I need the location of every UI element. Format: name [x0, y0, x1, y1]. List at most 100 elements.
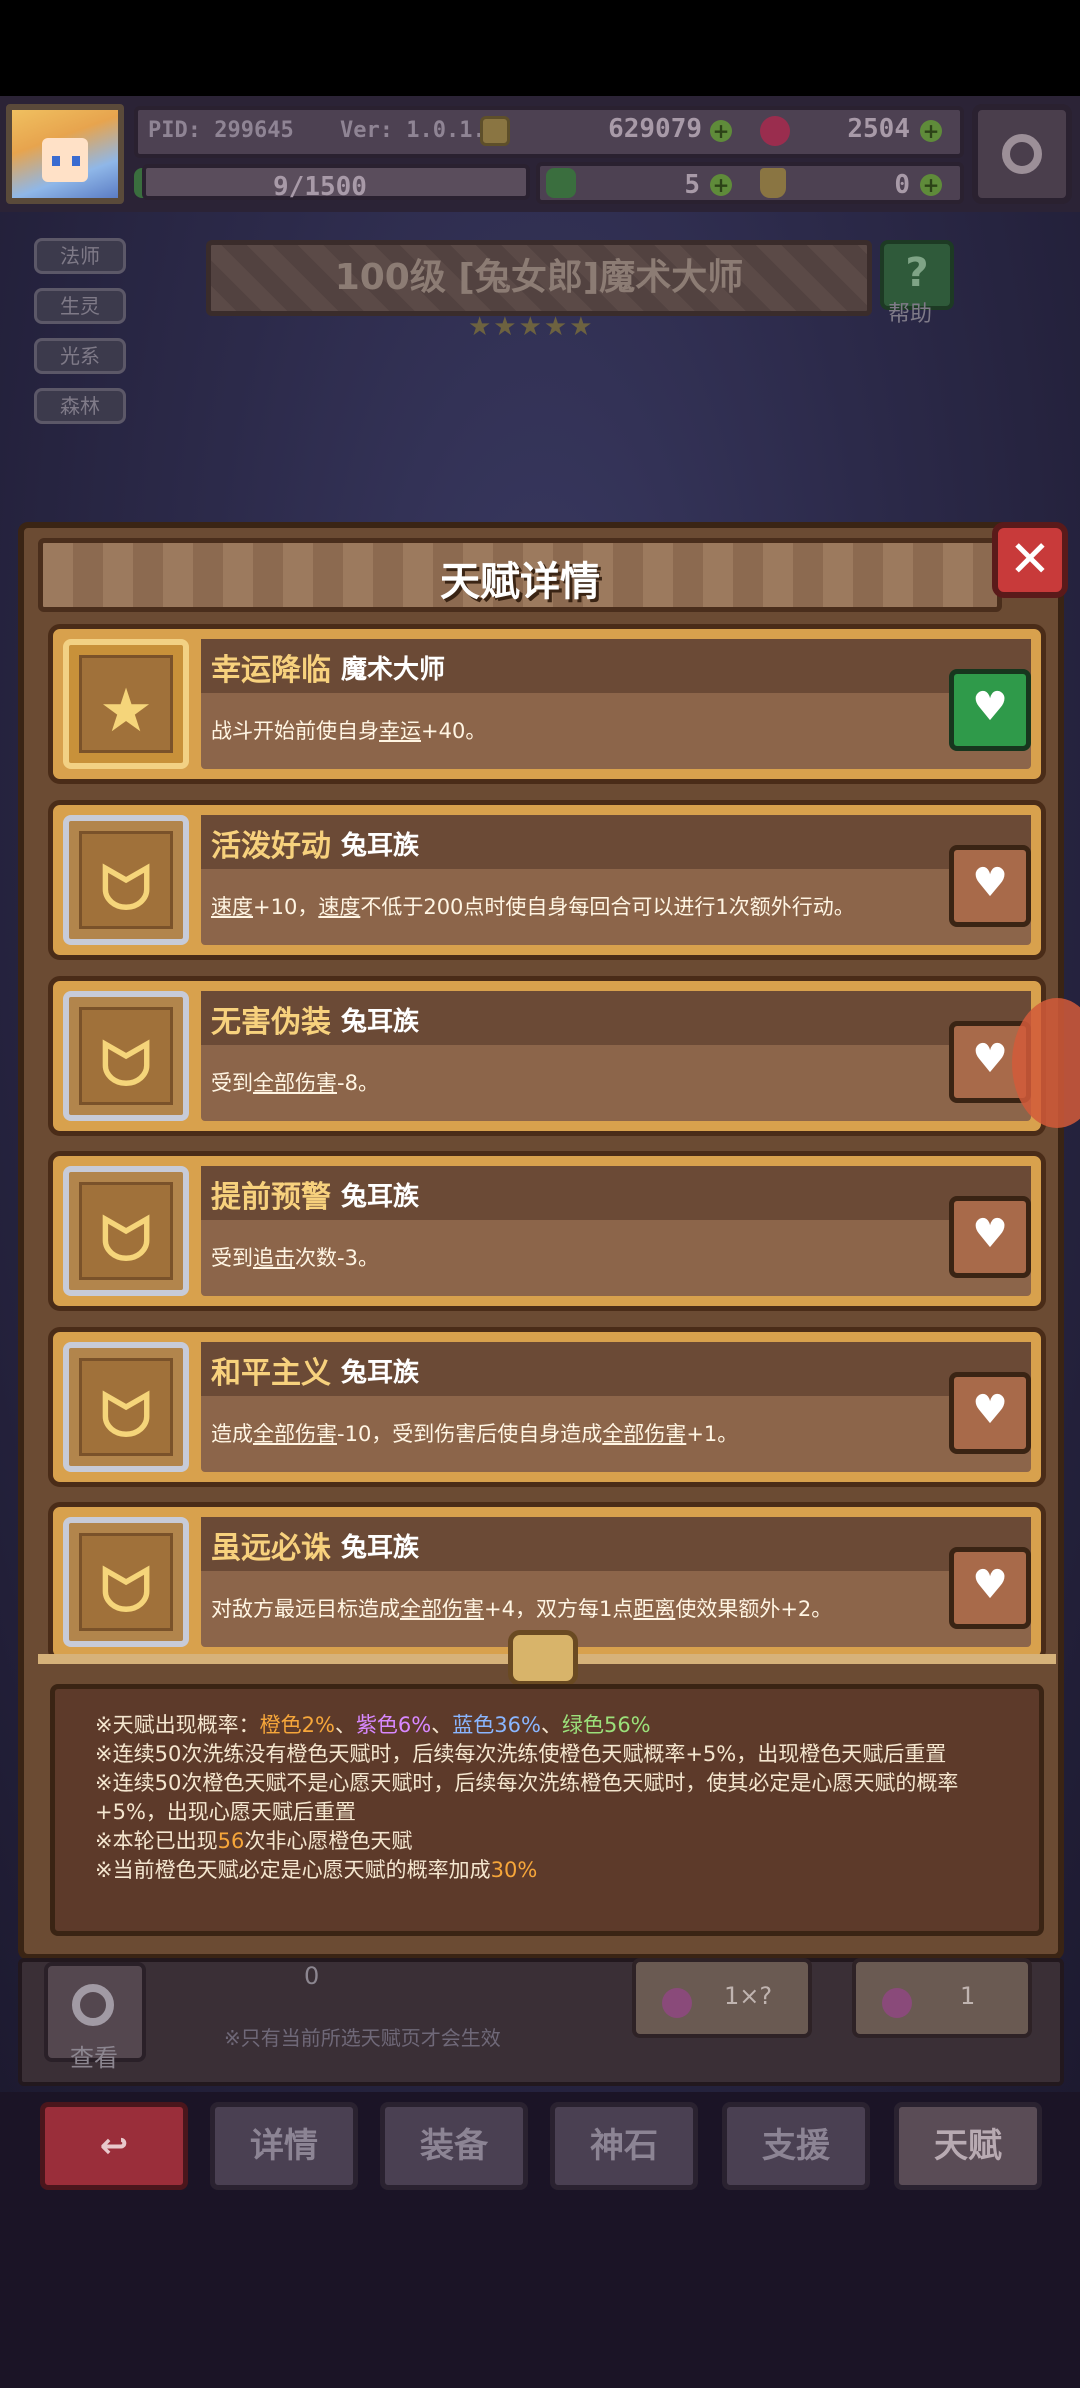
talent-name: 幸运降临	[211, 653, 331, 688]
star-rating: ★★★★★	[468, 312, 595, 342]
talent-name: 和平主义	[211, 1356, 331, 1391]
rabbit-icon: ᗢ	[99, 1028, 153, 1102]
nav-details[interactable]: 详情	[210, 2102, 358, 2190]
settings-button[interactable]	[972, 104, 1072, 204]
talent-tribe: 兔耳族	[341, 831, 420, 861]
desc-text: -8。	[337, 1071, 379, 1095]
desc-keyword[interactable]: 全部伤害	[602, 1422, 686, 1446]
heart-icon: ♥	[972, 1387, 1008, 1433]
info-rates: ※天赋出现概率：橙色2%、紫色6%、蓝色36%、绿色56%	[95, 1709, 651, 1739]
nav-godstone[interactable]: 神石	[550, 2102, 698, 2190]
desc-text: 对敌方最远目标造成	[211, 1597, 400, 1621]
talent-body: 活泼好动 兔耳族 速度+10，速度不低于200点时使自身每回合可以进行1次额外行动。	[201, 815, 1031, 945]
talent-description: 战斗开始前使自身幸运+40。	[211, 715, 486, 745]
talent-icon-frame: ★	[63, 639, 189, 769]
desc-text: 造成	[211, 1422, 253, 1446]
dialog-title: 天赋详情	[440, 559, 600, 605]
talent-tribe: 兔耳族	[341, 1533, 420, 1563]
desc-text: -10，受到伤害后使自身造成	[337, 1422, 603, 1446]
class-tag: 法师	[34, 238, 126, 274]
talent-description: 受到全部伤害-8。	[211, 1067, 379, 1097]
talent-name-band: 提前预警 兔耳族	[201, 1166, 1031, 1220]
talent-tribe: 魔术大师	[341, 655, 446, 685]
add-gold-icon[interactable]: +	[710, 120, 732, 142]
desc-text: 次数-3。	[295, 1246, 379, 1270]
info-line-6-pre: ※当前橙色天赋必定是心愿天赋的概率加成	[95, 1858, 491, 1882]
talent-name-band: 无害伪装 兔耳族	[201, 991, 1031, 1045]
nav-equipment[interactable]: 装备	[380, 2102, 528, 2190]
character-title: 100级 [兔女郎]魔术大师	[206, 240, 872, 316]
talent-description: 受到追击次数-3。	[211, 1242, 379, 1272]
sep: 、	[334, 1713, 356, 1737]
desc-keyword[interactable]: 追击	[253, 1246, 295, 1270]
gear-icon	[1002, 134, 1042, 174]
help-label: 帮助	[888, 302, 933, 327]
desc-keyword[interactable]: 全部伤害	[253, 1071, 337, 1095]
talent-name: 提前预警	[211, 1180, 331, 1215]
gem-icon	[760, 116, 790, 146]
add-bag-icon[interactable]: +	[920, 174, 942, 196]
add-clover-icon[interactable]: +	[710, 174, 732, 196]
talent-description: 造成全部伤害-10，受到伤害后使自身造成全部伤害+1。	[211, 1418, 738, 1448]
purple-rate: 紫色6%	[355, 1713, 432, 1737]
wish-heart-button[interactable]: ♥	[949, 1372, 1031, 1454]
wish-heart-button[interactable]: ♥	[949, 669, 1031, 751]
talent-card[interactable]: ᗢ 和平主义 兔耳族 造成全部伤害-10，受到伤害后使自身造成全部伤害+1。 ♥	[48, 1327, 1046, 1487]
terrain-tag: 森林	[34, 388, 126, 424]
gem-count: 2504	[847, 114, 910, 144]
back-button[interactable]: ↩	[40, 2102, 188, 2190]
reroll-resource-count: 0	[304, 1962, 320, 1990]
desc-keyword[interactable]: 幸运	[379, 719, 421, 743]
nav-talent[interactable]: 天赋	[894, 2102, 1042, 2190]
talent-card[interactable]: ᗢ 活泼好动 兔耳族 速度+10，速度不低于200点时使自身每回合可以进行1次额外行动…	[48, 800, 1046, 960]
talent-card[interactable]: ★ 幸运降临 魔术大师战斗开始前使自身幸运+40。 ♥	[48, 624, 1046, 784]
desc-keyword[interactable]: 全部伤害	[400, 1597, 484, 1621]
avatar-eye	[72, 156, 80, 166]
talent-icon-inner: ᗢ	[79, 1182, 173, 1280]
talent-icon-inner: ᗢ	[79, 831, 173, 929]
talent-name: 无害伪装	[211, 1005, 331, 1040]
talent-body: 提前预警 兔耳族受到追击次数-3。	[201, 1166, 1031, 1296]
desc-keyword[interactable]: 全部伤害	[253, 1422, 337, 1446]
desc-text: 不低于200点时使自身每回合可以进行1次额外行动。	[360, 895, 855, 919]
auto-reroll-button[interactable]: 1×?	[632, 1958, 812, 2038]
clover-icon	[546, 168, 576, 198]
blue-rate: 蓝色36%	[452, 1713, 541, 1737]
wish-heart-button[interactable]: ♥	[949, 1196, 1031, 1278]
heart-icon: ♥	[972, 860, 1008, 906]
wish-heart-button[interactable]: ♥	[949, 845, 1031, 927]
nav-support[interactable]: 支援	[722, 2102, 870, 2190]
talent-description: 速度+10，速度不低于200点时使自身每回合可以进行1次额外行动。	[211, 891, 855, 921]
talent-icon-inner: ★	[79, 655, 173, 753]
sep: 、	[431, 1713, 453, 1737]
desc-keyword[interactable]: 距离	[633, 1597, 675, 1621]
info-line-2: ※连续50次洗练没有橙色天赋时，后续每次洗练使橙色天赋概率+5%，出现橙色天赋后…	[95, 1742, 947, 1766]
bag-count: 0	[894, 170, 910, 200]
talent-icon-inner: ᗢ	[79, 1533, 173, 1631]
talent-reroll-button[interactable]: 1	[852, 1958, 1032, 2038]
talent-icon-frame: ᗢ	[63, 991, 189, 1121]
talent-reroll-cost: 1	[960, 1982, 976, 2010]
desc-keyword[interactable]: 速度	[318, 895, 360, 919]
talent-name-band: 幸运降临 魔术大师	[201, 639, 1031, 693]
talent-info-box: ※天赋出现概率：橙色2%、紫色6%、蓝色36%、绿色56% ※连续50次洗练没有…	[50, 1684, 1044, 1936]
talent-card[interactable]: ᗢ 无害伪装 兔耳族 受到全部伤害-8。 ♥	[48, 976, 1046, 1136]
add-gem-icon[interactable]: +	[920, 120, 942, 142]
desc-text: 使效果额外+2。	[675, 1597, 833, 1621]
divider-gem-icon	[508, 1630, 578, 1686]
sep: 、	[540, 1713, 562, 1737]
desc-keyword[interactable]: 速度	[211, 895, 253, 919]
talent-card[interactable]: ᗢ 提前预警 兔耳族 受到追击次数-3。 ♥	[48, 1151, 1046, 1311]
player-avatar[interactable]	[6, 104, 124, 204]
close-button[interactable]: ✕	[992, 522, 1068, 598]
element-tag: 光系	[34, 338, 126, 374]
coin-icon	[480, 116, 510, 146]
talent-name-band: 和平主义 兔耳族	[201, 1342, 1031, 1396]
talent-icon-frame: ᗢ	[63, 1342, 189, 1472]
green-rate: 绿色56%	[561, 1713, 651, 1737]
version-label: Ver: 1.0.1.3	[340, 118, 499, 143]
wish-heart-button[interactable]: ♥	[949, 1547, 1031, 1629]
desc-text: +1。	[686, 1422, 739, 1446]
desc-text: +10，	[253, 895, 319, 919]
talent-tribe: 兔耳族	[341, 1182, 420, 1212]
